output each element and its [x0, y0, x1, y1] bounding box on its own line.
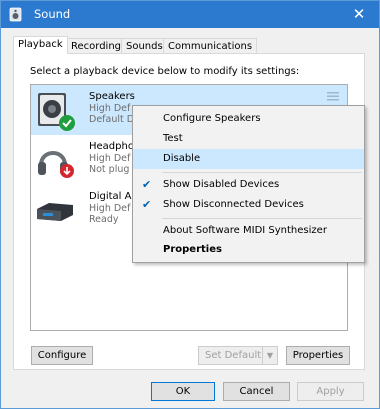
menu-item-label: Disable: [163, 153, 201, 164]
tab-communications[interactable]: Communications: [163, 38, 258, 53]
sound-dialog: Sound ✕ Playback Recording Sounds Commun…: [0, 0, 380, 409]
device-driver: High Def: [89, 103, 131, 114]
device-name: Headpho: [89, 141, 134, 152]
menu-item-label: Test: [163, 133, 183, 144]
device-driver: High Def: [89, 153, 131, 164]
menu-item-label: Show Disabled Devices: [163, 179, 280, 190]
menu-item-configure-speakers[interactable]: Configure Speakers: [133, 109, 364, 129]
menu-item-label: About Software MIDI Synthesizer: [163, 225, 327, 236]
device-driver: High Def: [89, 203, 131, 214]
properties-button[interactable]: Properties: [286, 346, 350, 365]
checkmark-icon: ✔: [142, 198, 152, 211]
device-name: Digital Au: [89, 191, 138, 202]
set-default-label: Set Default: [205, 350, 262, 361]
chevron-down-icon[interactable]: ▼: [262, 347, 277, 364]
menu-separator: [162, 218, 362, 219]
grip-icon: [327, 92, 339, 101]
set-default-button[interactable]: Set Default ▼: [198, 346, 278, 365]
sound-app-icon: [9, 7, 22, 22]
tab-sounds[interactable]: Sounds: [121, 38, 168, 53]
speaker-icon: [38, 93, 75, 131]
menu-item-about-midi[interactable]: About Software MIDI Synthesizer: [133, 221, 364, 241]
menu-item-show-disabled[interactable]: ✔ Show Disabled Devices: [133, 175, 364, 195]
digital-audio-icon: [37, 203, 73, 221]
menu-item-disable[interactable]: Disable: [133, 149, 364, 169]
device-name: Speakers: [89, 91, 135, 102]
instruction-text: Select a playback device below to modify…: [30, 66, 300, 77]
title-bar[interactable]: Sound ✕: [1, 1, 379, 28]
device-status: Ready: [89, 214, 119, 225]
menu-item-properties[interactable]: Properties: [133, 240, 364, 260]
menu-item-show-disconnected[interactable]: ✔ Show Disconnected Devices: [133, 195, 364, 215]
ok-button[interactable]: OK: [151, 382, 215, 401]
cancel-button[interactable]: Cancel: [223, 382, 290, 401]
window-title: Sound: [34, 7, 71, 21]
device-status: Not plug: [89, 164, 130, 175]
menu-separator: [162, 172, 362, 173]
configure-button[interactable]: Configure: [31, 346, 93, 365]
headphones-icon: [38, 151, 74, 178]
tab-playback[interactable]: Playback: [13, 36, 68, 54]
menu-item-label: Show Disconnected Devices: [163, 199, 304, 210]
device-status: Default D: [89, 114, 135, 125]
close-icon[interactable]: ✕: [339, 1, 379, 28]
checkmark-icon: ✔: [142, 178, 152, 191]
tab-recording[interactable]: Recording: [66, 38, 127, 53]
check-badge-icon: [59, 115, 75, 131]
menu-item-test[interactable]: Test: [133, 129, 364, 149]
menu-item-label: Properties: [163, 244, 222, 255]
menu-item-label: Configure Speakers: [163, 113, 261, 124]
context-menu: Configure Speakers Test Disable ✔ Show D…: [132, 105, 365, 263]
apply-button[interactable]: Apply: [297, 382, 364, 401]
